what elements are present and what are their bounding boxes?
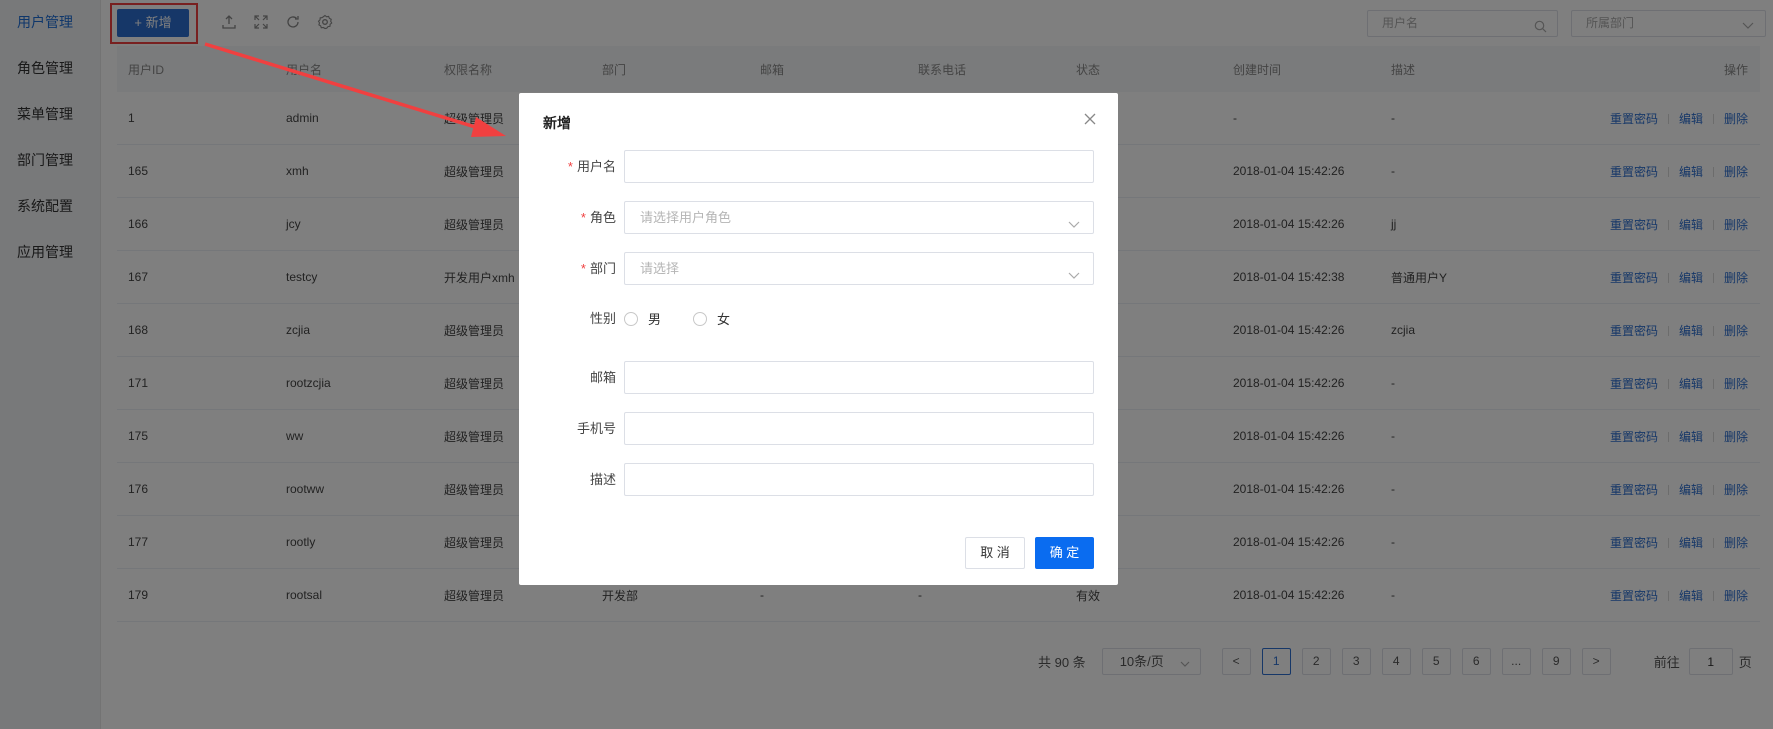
role-row: * 角色 请选择用户角色 [519, 201, 1118, 234]
radio-female[interactable] [693, 311, 708, 326]
role-label: * 角色 [581, 201, 616, 234]
username-row: * 用户名 [519, 150, 1118, 183]
username-label-text: 用户名 [576, 159, 616, 174]
email-label: 邮箱 [589, 370, 616, 385]
gender-female-label: 女 [717, 312, 731, 327]
department-label: * 部门 [581, 252, 616, 285]
description-row: 描述 [519, 463, 1118, 496]
description-label: 描述 [589, 472, 616, 487]
cancel-button[interactable]: 取 消 [965, 537, 1025, 569]
required-mark: * [580, 261, 586, 276]
role-label-text: 角色 [589, 210, 616, 225]
gender-row: 性别 男 女 [519, 302, 1118, 335]
department-label-text: 部门 [589, 261, 616, 276]
add-user-dialog: 新增 * 用户名 * 角色 请选择用户角色 * 部门 请选择 性别 男 女 邮箱… [519, 93, 1118, 585]
username-label: * 用户名 [568, 150, 616, 183]
required-mark: * [580, 210, 586, 225]
required-mark: * [567, 159, 573, 174]
email-row: 邮箱 [519, 361, 1118, 394]
phone-row: 手机号 [519, 412, 1118, 445]
gender-male-option[interactable]: 男 [624, 309, 661, 328]
phone-input[interactable] [624, 412, 1094, 445]
gender-male-label: 男 [648, 312, 662, 327]
username-input[interactable] [624, 150, 1094, 183]
confirm-button[interactable]: 确 定 [1035, 537, 1094, 569]
close-icon[interactable] [1082, 111, 1098, 127]
radio-male[interactable] [624, 311, 638, 326]
gender-label: 性别 [589, 311, 616, 326]
chevron-down-icon [1067, 262, 1081, 293]
department-select[interactable]: 请选择 [624, 252, 1094, 285]
description-input[interactable] [624, 463, 1094, 496]
department-row: * 部门 请选择 [519, 252, 1118, 285]
role-select[interactable]: 请选择用户角色 [624, 201, 1094, 234]
dialog-title: 新增 [543, 115, 571, 131]
role-placeholder: 请选择用户角色 [640, 210, 732, 225]
email-input[interactable] [624, 361, 1094, 394]
phone-label: 手机号 [576, 421, 616, 436]
chevron-down-icon [1067, 211, 1081, 242]
gender-radio-group: 男 女 [624, 302, 762, 335]
department-placeholder: 请选择 [640, 261, 680, 276]
gender-female-option[interactable]: 女 [693, 309, 730, 328]
